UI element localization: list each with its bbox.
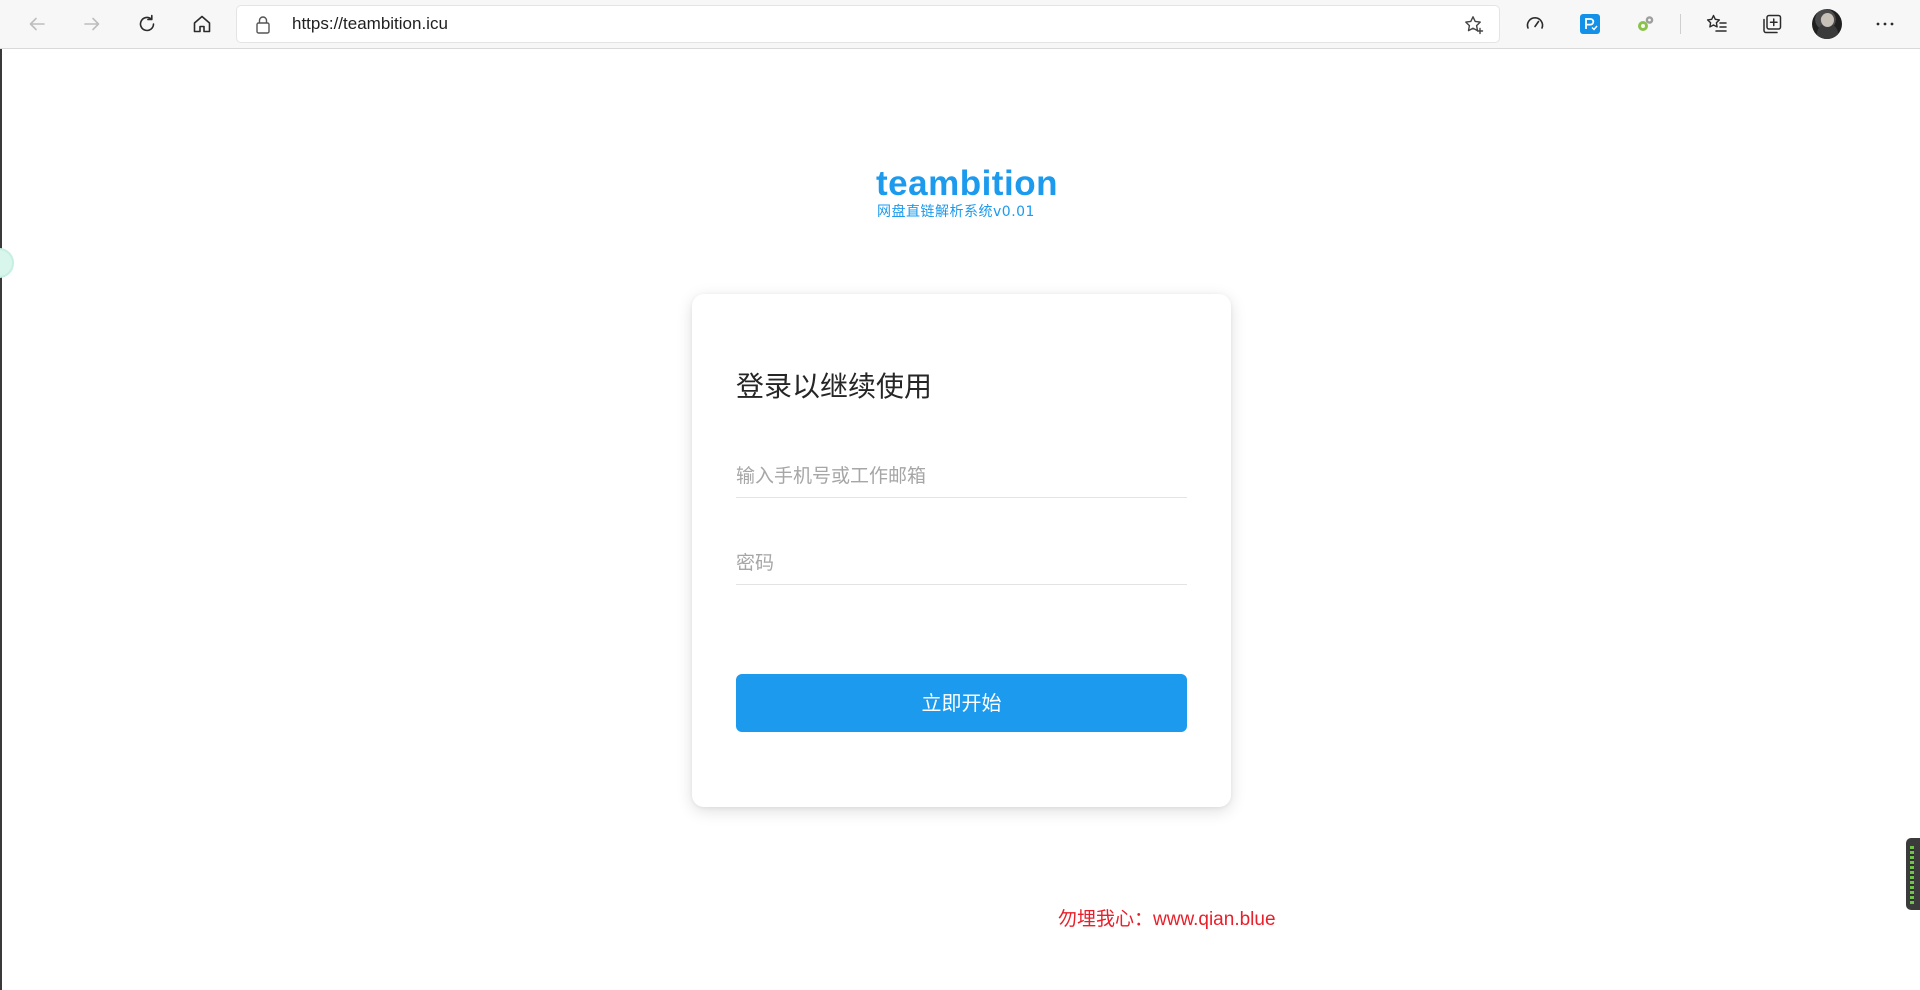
meter-bar [1910, 846, 1914, 904]
star-add-icon[interactable] [1463, 14, 1485, 40]
side-meter-widget[interactable] [1906, 838, 1920, 910]
collections-button[interactable] [1752, 4, 1792, 44]
address-bar[interactable]: https://teambition.icu [237, 6, 1499, 42]
performance-button[interactable] [1515, 4, 1555, 44]
back-arrow-icon [29, 17, 45, 31]
forward-arrow-icon [84, 17, 100, 31]
footer-note: 勿埋我心：www.qian.blue [1058, 909, 1276, 930]
refresh-button[interactable] [127, 4, 167, 44]
collections-icon [1763, 14, 1782, 34]
start-button[interactable]: 立即开始 [736, 674, 1187, 732]
floating-bubble-widget[interactable] [0, 248, 14, 278]
browser-toolbar: https://teambition.icu [0, 0, 1920, 49]
login-heading: 登录以继续使用 [736, 370, 933, 403]
toolbar-divider [1680, 14, 1681, 34]
password-input[interactable] [736, 541, 1187, 585]
home-icon [193, 15, 211, 33]
favorites-list-icon [1706, 14, 1727, 32]
more-menu-button[interactable] [1865, 4, 1905, 44]
window-left-edge [0, 49, 2, 990]
brand-name: teambition [876, 164, 1058, 203]
extension-gear-icon [1638, 16, 1654, 31]
home-button[interactable] [182, 4, 222, 44]
login-card: 登录以继续使用 立即开始 [692, 294, 1231, 807]
forward-button[interactable] [72, 4, 112, 44]
more-menu-icon [1876, 22, 1894, 26]
brand-subtitle: 网盘直链解析系统v0.01 [877, 204, 1035, 220]
extension-p-icon [1580, 14, 1600, 34]
account-input[interactable] [736, 454, 1187, 498]
lock-icon[interactable] [255, 15, 271, 38]
speedometer-icon [1526, 17, 1544, 29]
profile-avatar[interactable] [1812, 9, 1842, 39]
extension-p-button[interactable] [1570, 4, 1610, 44]
brand-logo: teambition 网盘直链解析系统v0.01 [876, 164, 1058, 221]
extension-gear-button[interactable] [1625, 4, 1665, 44]
url-text[interactable]: https://teambition.icu [292, 6, 448, 42]
refresh-icon [139, 14, 155, 32]
favorites-button[interactable] [1697, 4, 1737, 44]
back-button[interactable] [17, 4, 57, 44]
